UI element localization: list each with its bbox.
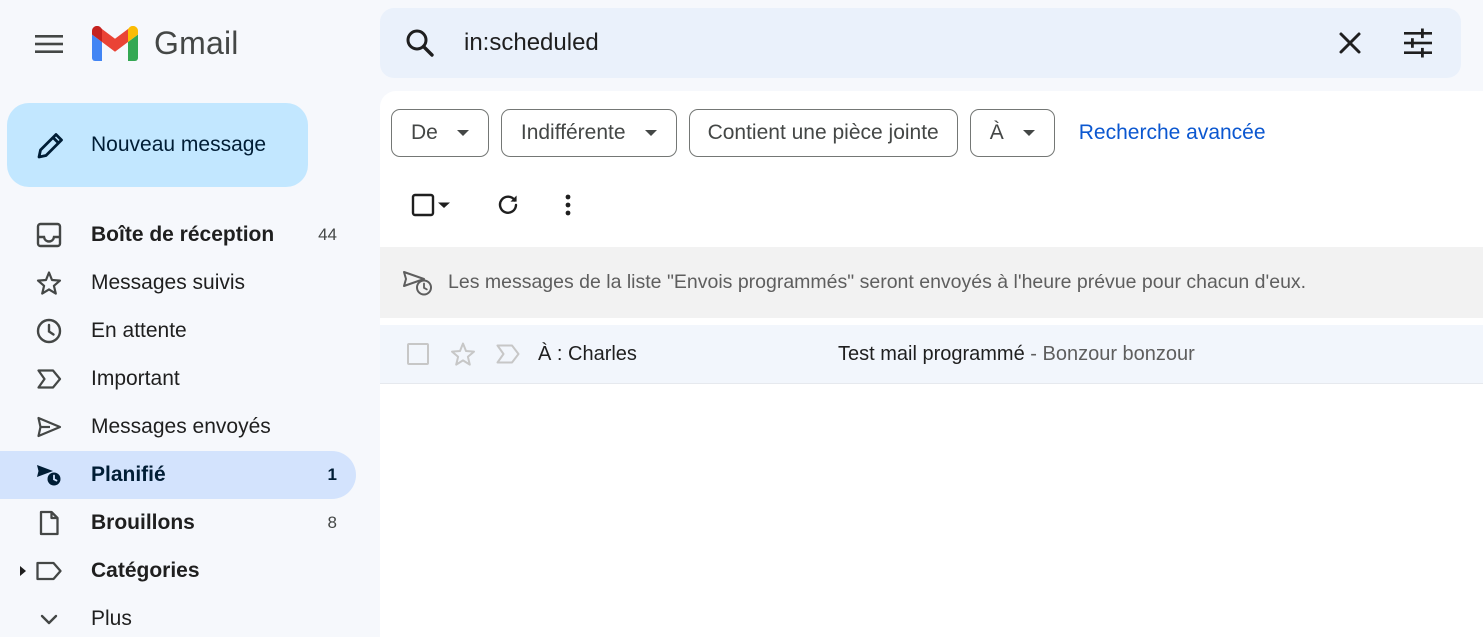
- refresh-icon: [495, 192, 521, 218]
- sidebar-item-categories[interactable]: Catégories: [0, 547, 356, 595]
- message-row[interactable]: À : Charles Test mail programmé - Bonzou…: [380, 325, 1483, 384]
- item-count: 1: [327, 465, 337, 484]
- message-toolbar: [380, 185, 680, 227]
- sidebar-item-starred[interactable]: Messages suivis: [0, 259, 356, 307]
- sidebar-item-label: Messages envoyés: [91, 415, 271, 438]
- filter-date-chip[interactable]: Indifférente: [500, 109, 677, 157]
- scheduled-info-banner: Les messages de la liste "Envois program…: [380, 247, 1483, 318]
- search-bar: [380, 8, 1461, 78]
- chip-label: Contient une pièce jointe: [707, 121, 939, 144]
- important-marker-icon[interactable]: [495, 342, 521, 366]
- sidebar-item-inbox[interactable]: Boîte de réception 44: [0, 211, 356, 259]
- sidebar-item-label: Plus: [91, 607, 132, 630]
- more-vert-icon: [564, 193, 572, 217]
- row-checkbox[interactable]: [407, 343, 429, 365]
- chip-label: De: [411, 121, 438, 144]
- sidebar-item-sent[interactable]: Messages envoyés: [0, 403, 356, 451]
- main-panel: De Indifférente Contient une pièce joint…: [380, 91, 1483, 637]
- sidebar-item-label: Brouillons: [91, 511, 195, 534]
- advanced-search-link[interactable]: Recherche avancée: [1079, 121, 1266, 145]
- search-icon[interactable]: [404, 27, 436, 59]
- message-snippet: - Bonzour bonzour: [1024, 343, 1195, 365]
- filter-attachment-chip[interactable]: Contient une pièce jointe: [688, 109, 958, 157]
- dropdown-arrow-icon: [642, 124, 660, 142]
- more-options-button[interactable]: [548, 185, 588, 225]
- dropdown-arrow-icon: [1020, 124, 1038, 142]
- chip-label: Indifférente: [520, 121, 626, 144]
- select-all-button[interactable]: [404, 185, 458, 225]
- scheduled-send-icon: [402, 269, 434, 297]
- message-subject-line: Test mail programmé - Bonzour bonzour: [838, 343, 1195, 366]
- sidebar-item-label: Planifié: [91, 463, 166, 486]
- message-subject: Test mail programmé: [838, 343, 1025, 365]
- select-dropdown-icon[interactable]: [436, 197, 452, 213]
- checkbox-icon: [410, 192, 436, 218]
- banner-text: Les messages de la liste "Envois program…: [448, 271, 1307, 293]
- inbox-icon: [35, 221, 63, 249]
- sidebar-item-label: En attente: [91, 319, 187, 342]
- chip-label: À: [989, 121, 1004, 144]
- sidebar-nav: Boîte de réception 44 Messages suivis En…: [0, 211, 356, 637]
- star-icon[interactable]: [450, 341, 476, 367]
- star-icon: [35, 269, 63, 297]
- sidebar-item-important[interactable]: Important: [0, 355, 356, 403]
- sidebar-item-scheduled[interactable]: Planifié 1: [0, 451, 356, 499]
- dropdown-arrow-icon: [454, 124, 472, 142]
- search-options-icon[interactable]: [1402, 27, 1434, 59]
- sidebar-item-label: Boîte de réception: [91, 223, 275, 246]
- pencil-icon: [35, 129, 67, 161]
- refresh-button[interactable]: [488, 185, 528, 225]
- compose-label: Nouveau message: [91, 133, 267, 156]
- label-icon: [35, 557, 63, 585]
- clear-search-icon[interactable]: [1334, 27, 1366, 59]
- search-filter-chips: De Indifférente Contient une pièce joint…: [391, 109, 1266, 157]
- important-icon: [35, 365, 63, 393]
- scheduled-send-icon: [35, 461, 63, 489]
- sidebar-item-drafts[interactable]: Brouillons 8: [0, 499, 356, 547]
- sidebar-item-label: Messages suivis: [91, 271, 246, 294]
- gmail-logo[interactable]: Gmail: [92, 25, 239, 62]
- filter-to-chip[interactable]: À: [969, 109, 1055, 157]
- item-count: 8: [327, 513, 337, 532]
- sidebar-item-label: Important: [91, 367, 180, 390]
- chevron-down-icon: [35, 605, 63, 633]
- expand-arrow-icon[interactable]: [17, 564, 29, 578]
- sidebar-item-label: Catégories: [91, 559, 200, 582]
- send-icon: [35, 413, 63, 441]
- sidebar-item-snoozed[interactable]: En attente: [0, 307, 356, 355]
- hamburger-menu-icon: [35, 34, 63, 54]
- filter-from-chip[interactable]: De: [391, 109, 489, 157]
- search-input[interactable]: [464, 24, 1314, 62]
- message-recipient: À : Charles: [538, 343, 637, 365]
- sidebar-item-more[interactable]: Plus: [0, 595, 356, 637]
- compose-button[interactable]: Nouveau message: [7, 103, 308, 187]
- app-name: Gmail: [154, 25, 239, 61]
- draft-icon: [35, 509, 63, 537]
- clock-icon: [35, 317, 63, 345]
- unread-count: 44: [318, 225, 337, 244]
- gmail-m-logo-icon: [92, 26, 138, 61]
- main-menu-button[interactable]: [29, 24, 69, 64]
